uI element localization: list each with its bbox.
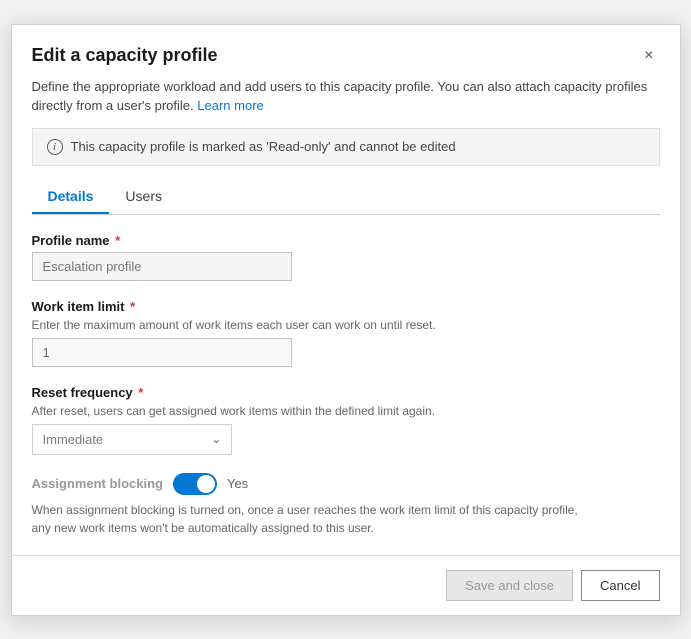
dialog-title: Edit a capacity profile [32, 45, 218, 66]
info-icon: i [47, 139, 63, 155]
work-item-limit-group: Work item limit * Enter the maximum amou… [32, 299, 660, 367]
required-star-3: * [135, 385, 144, 400]
assignment-blocking-toggle[interactable] [173, 473, 217, 495]
reset-frequency-select[interactable]: Immediate Daily Weekly Monthly [32, 424, 232, 455]
tabs-container: Details Users [32, 180, 660, 215]
profile-name-input[interactable] [32, 252, 292, 281]
toggle-row: Assignment blocking Yes [32, 473, 660, 495]
assignment-blocking-description: When assignment blocking is turned on, o… [32, 501, 592, 537]
cancel-button[interactable]: Cancel [581, 570, 659, 601]
close-button[interactable]: × [638, 45, 659, 67]
assignment-blocking-section: Assignment blocking Yes When assignment … [32, 473, 660, 537]
required-star: * [112, 233, 121, 248]
reset-frequency-group: Reset frequency * After reset, users can… [32, 385, 660, 455]
toggle-value-label: Yes [227, 476, 248, 491]
dialog-footer: Save and close Cancel [12, 555, 680, 615]
dialog-overlay: Edit a capacity profile × Define the app… [0, 0, 691, 639]
profile-name-label: Profile name * [32, 233, 660, 248]
work-item-limit-label: Work item limit * [32, 299, 660, 314]
dialog-body: Profile name * Work item limit * Enter t… [12, 215, 680, 555]
toggle-slider [173, 473, 217, 495]
reset-frequency-dropdown-wrapper: Immediate Daily Weekly Monthly ⌄ [32, 424, 232, 455]
work-item-limit-input[interactable] [32, 338, 292, 367]
reset-frequency-hint: After reset, users can get assigned work… [32, 404, 660, 418]
save-and-close-button[interactable]: Save and close [446, 570, 573, 601]
required-star-2: * [126, 299, 135, 314]
tab-users[interactable]: Users [109, 180, 178, 214]
readonly-banner: i This capacity profile is marked as 'Re… [32, 128, 660, 166]
work-item-limit-hint: Enter the maximum amount of work items e… [32, 318, 660, 332]
dialog-header: Edit a capacity profile × [12, 25, 680, 77]
profile-name-group: Profile name * [32, 233, 660, 281]
dialog-description: Define the appropriate workload and add … [12, 77, 680, 128]
assignment-blocking-label: Assignment blocking [32, 476, 163, 491]
reset-frequency-label: Reset frequency * [32, 385, 660, 400]
edit-capacity-dialog: Edit a capacity profile × Define the app… [11, 24, 681, 616]
learn-more-link[interactable]: Learn more [197, 98, 263, 113]
readonly-message: This capacity profile is marked as 'Read… [71, 139, 456, 154]
tab-details[interactable]: Details [32, 180, 110, 214]
